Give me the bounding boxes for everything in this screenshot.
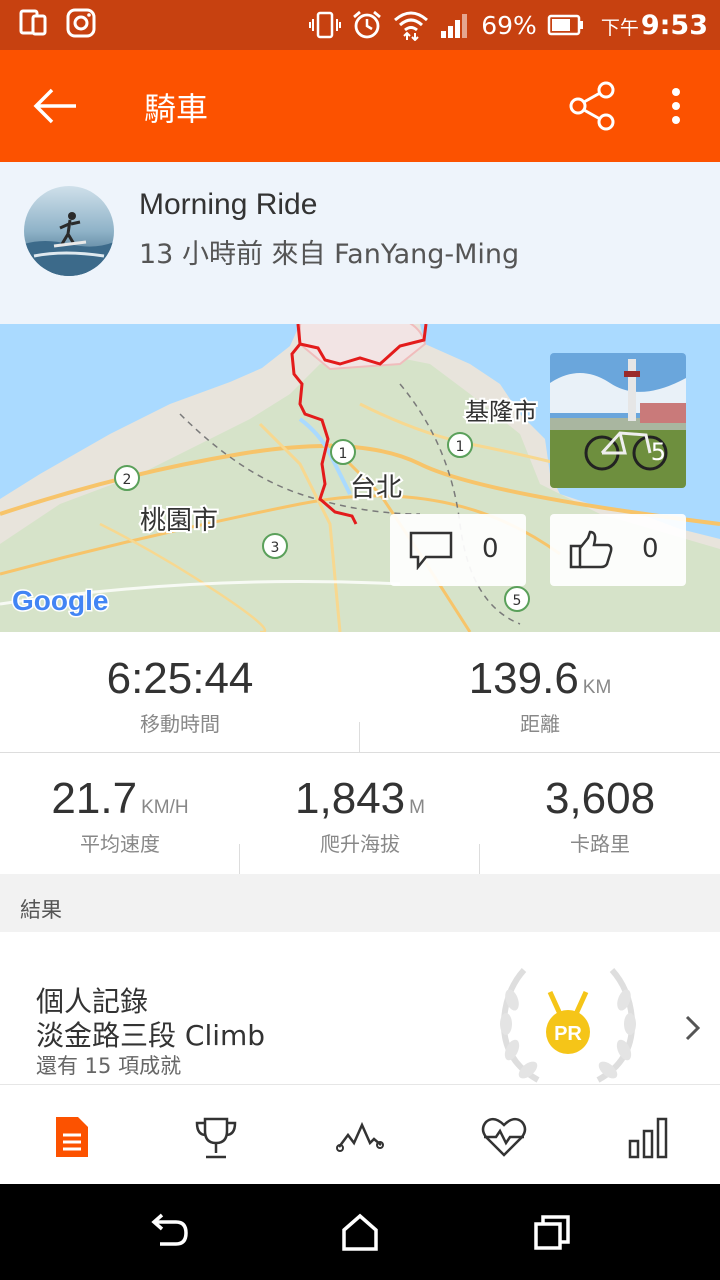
results-header: 結果: [0, 874, 720, 932]
route-marker: 3: [262, 533, 288, 559]
stat-distance: 139.6 KM 距離: [360, 654, 720, 737]
back-icon[interactable]: [148, 1212, 192, 1252]
activity-title: Morning Ride: [139, 188, 318, 221]
svg-text:1: 1: [339, 446, 348, 462]
kudos-button[interactable]: 0: [550, 514, 686, 586]
svg-text:2: 2: [123, 472, 132, 488]
analysis-icon[interactable]: [624, 1113, 672, 1161]
alarm-icon: [353, 10, 382, 39]
thumbs-up-icon: [569, 530, 613, 569]
wifi-icon: [394, 11, 429, 41]
more-options-icon[interactable]: [660, 82, 692, 130]
activity-header: Morning Ride 13 小時前 來自 FanYang-Ming: [0, 162, 720, 324]
svg-text:3: 3: [271, 540, 280, 556]
time-prefix: 下午: [600, 16, 639, 39]
comment-count: 0: [482, 534, 499, 564]
stats-panel: 6:25:44 移動時間 139.6 KM 距離 21.7 KM/H 平均速度 1,…: [0, 632, 720, 874]
recent-apps-icon[interactable]: [530, 1212, 574, 1252]
map-label-taoyuan: 桃園市: [140, 506, 218, 536]
vibrate-icon: [309, 11, 342, 39]
avatar[interactable]: [24, 186, 114, 276]
stat-label: 卡路里: [570, 832, 630, 856]
photo-thumbnail[interactable]: 5: [550, 353, 686, 488]
trophy-icon[interactable]: [192, 1113, 240, 1161]
stat-label: 距離: [520, 712, 560, 736]
photo-image: [550, 353, 686, 488]
divider: [479, 844, 480, 874]
device-icon: [19, 9, 47, 36]
route-marker: 1: [330, 439, 356, 465]
activity-subtitle: 13 小時前 來自 FanYang-Ming: [139, 239, 520, 270]
stat-avg-speed: 21.7 KM/H 平均速度: [0, 774, 240, 857]
battery-percent: 69%: [481, 10, 537, 40]
instagram-icon: [66, 8, 96, 38]
route-marker: 1: [447, 432, 473, 458]
home-icon[interactable]: [338, 1212, 382, 1252]
clock: 9:53: [640, 9, 708, 41]
route-marker: 2: [114, 465, 140, 491]
signal-icon: [441, 14, 468, 38]
battery-icon: [547, 14, 583, 36]
page-title: 騎車: [144, 90, 209, 128]
map-label-keelung: 基隆市: [465, 398, 537, 426]
back-arrow-icon[interactable]: [28, 82, 84, 130]
share-icon[interactable]: [566, 80, 618, 132]
stat-label: 爬升海拔: [320, 832, 400, 856]
stat-elevation: 1,843 M 爬升海拔: [240, 774, 480, 857]
pr-medal-icon: PR: [500, 967, 636, 1083]
screen: 69% 下午9:53 騎車 Morning Ride 13 小時前 來自 Fan…: [0, 0, 720, 1280]
photo-count: 5: [650, 438, 666, 466]
stat-unit: KM/H: [141, 797, 189, 818]
google-logo: Google: [12, 585, 108, 616]
kudos-count: 0: [642, 534, 659, 564]
stat-value: 6:25:44: [106, 654, 254, 703]
stat-moving-time: 6:25:44 移動時間: [0, 654, 360, 737]
stat-unit: M: [409, 797, 425, 818]
bottom-tab-bar: [0, 1084, 720, 1184]
svg-text:5: 5: [513, 593, 522, 609]
stat-value: 1,843: [295, 774, 406, 823]
comment-button[interactable]: 0: [390, 514, 526, 586]
stat-value: 21.7: [51, 774, 138, 823]
stat-value: 3,608: [544, 774, 656, 823]
stat-value: 139.6: [468, 654, 579, 703]
map-label-taipei: 台北: [350, 473, 402, 503]
results-header-label: 結果: [20, 898, 62, 922]
divider: [0, 752, 720, 753]
comment-icon: [409, 531, 453, 570]
elevation-icon[interactable]: [336, 1113, 384, 1161]
system-nav-bar: [0, 1184, 720, 1280]
divider: [359, 722, 360, 752]
achievement-row[interactable]: 個人記錄 淡金路三段 Climb 還有 15 項成就 PR: [0, 932, 720, 1084]
app-bar: 騎車: [0, 50, 720, 162]
stat-label: 移動時間: [140, 712, 220, 736]
pr-badge-text: PR: [554, 1023, 582, 1045]
svg-text:1: 1: [456, 439, 465, 455]
heart-rate-icon[interactable]: [480, 1113, 528, 1161]
status-bar: 69% 下午9:53: [0, 0, 720, 50]
divider: [239, 844, 240, 874]
achievement-more: 還有 15 項成就: [36, 1054, 182, 1078]
chevron-right-icon: [685, 1015, 701, 1041]
achievement-segment: 淡金路三段 Climb: [36, 1019, 266, 1052]
overview-icon[interactable]: [48, 1113, 96, 1161]
route-marker: 5: [504, 586, 530, 612]
stat-calories: 3,608 卡路里: [480, 774, 720, 857]
stat-label: 平均速度: [80, 832, 160, 856]
stat-unit: KM: [582, 677, 612, 698]
